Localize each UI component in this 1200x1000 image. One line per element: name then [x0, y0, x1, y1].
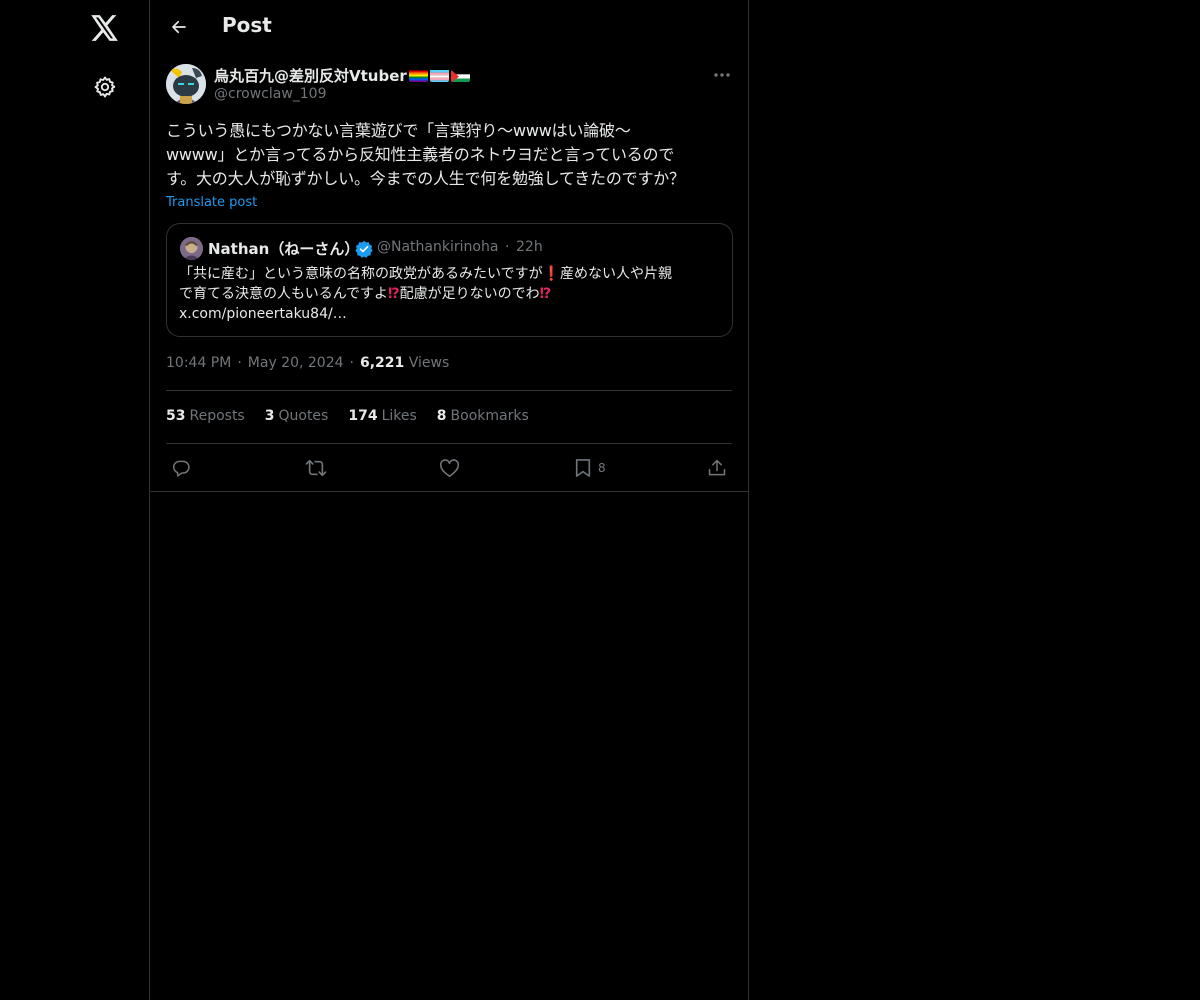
quote-text-segment: 「共に産む」という意味の名称の政党があるみたいですが [179, 266, 543, 282]
quote-text-segment: 配慮が足りないのでわ [399, 286, 540, 302]
reposts-label: Reposts [189, 408, 245, 424]
transgender-flag-icon [429, 69, 449, 82]
quote-avatar [180, 237, 203, 260]
x-logo-icon[interactable] [84, 8, 126, 48]
separator-dot: · [349, 355, 354, 371]
quote-timestamp: 22h [516, 239, 543, 255]
quote-text-segment: 産めない人や片親 [560, 266, 673, 282]
quote-text: 「共に産む」という意味の名称の政党があるみたいですが❗産めない人や片親 で育てる… [179, 264, 724, 324]
quotes-label: Quotes [278, 408, 329, 424]
post-metadata: 10:44 PM · May 20, 2024 · 6,221 Views [166, 355, 449, 371]
likes-stat[interactable]: 174 Likes [348, 408, 416, 424]
bookmarks-stat[interactable]: 8 Bookmarks [437, 408, 529, 424]
bookmark-count: 8 [598, 461, 606, 475]
share-icon [708, 459, 726, 476]
quotes-count: 3 [264, 408, 275, 424]
more-horizontal-icon [714, 73, 730, 77]
quote-link: x.com/pioneertaku84/… [179, 306, 347, 322]
quotes-stat[interactable]: 3 Quotes [265, 408, 329, 424]
like-button[interactable] [439, 454, 460, 482]
post-text-line: す。大の大人が恥ずかしい。今までの人生で何を勉強してきたのですか？ [166, 169, 685, 188]
action-bar: 8 [150, 454, 748, 482]
quote-text-segment: で育てる決意の人もいるんですよ [179, 286, 389, 302]
bookmarks-label: Bookmarks [450, 408, 529, 424]
reposts-stat[interactable]: 53 Reposts [166, 408, 245, 424]
palestine-flag-icon [450, 69, 470, 82]
interrobang-emoji-icon: ⁉ [388, 286, 400, 302]
heart-icon [440, 458, 459, 477]
post-time[interactable]: 10:44 PM [166, 355, 231, 371]
arrow-left-icon [172, 20, 186, 34]
page-title: Post [222, 13, 272, 37]
left-nav [0, 0, 150, 1000]
views-label: Views [408, 355, 450, 371]
quoted-post[interactable]: Nathan（ねーさん） @Nathankirinoha · 22h 「共に産む… [166, 223, 733, 337]
avatar[interactable] [166, 64, 206, 104]
views-count: 6,221 [359, 355, 405, 371]
reply-button[interactable] [171, 454, 191, 482]
main-column: Post 烏丸百九@差別反対Vtuber @crowclaw_109 こういう愚… [149, 0, 749, 1000]
quote-author-handle: @Nathankirinoha [377, 239, 499, 255]
rainbow-flag-icon [408, 69, 428, 82]
author-name[interactable]: 烏丸百九@差別反対Vtuber [214, 65, 470, 86]
bookmarks-count: 8 [436, 408, 447, 424]
likes-label: Likes [381, 408, 417, 424]
bookmark-icon [575, 459, 591, 477]
quote-author-name: Nathan（ねーさん） [208, 240, 360, 258]
translate-post-link[interactable]: Translate post [166, 195, 257, 210]
repost-button[interactable] [305, 454, 327, 482]
header: Post [150, 0, 748, 54]
interrobang-emoji-icon: ⁉ [539, 286, 552, 302]
likes-count: 174 [348, 408, 378, 424]
divider [166, 390, 732, 391]
author-name-text: 烏丸百九@差別反対Vtuber [214, 67, 407, 85]
post-text-line: wwww」とか言ってるから反知性主義者のネトウヨだと言っているので [166, 145, 675, 164]
reply-icon [172, 460, 190, 477]
back-button[interactable] [162, 10, 196, 44]
exclamation-emoji-icon: ❗ [542, 266, 561, 282]
divider [150, 491, 748, 492]
engagement-stats: 53 Reposts 3 Quotes 174 Likes 8 Bookmarks [166, 408, 529, 424]
bookmark-button[interactable]: 8 [574, 454, 606, 482]
post-date[interactable]: May 20, 2024 [248, 355, 344, 371]
divider [166, 443, 732, 444]
repost-icon [305, 459, 327, 477]
author-handle[interactable]: @crowclaw_109 [214, 86, 327, 102]
more-button[interactable] [710, 64, 734, 86]
reposts-count: 53 [166, 408, 186, 424]
gear-icon[interactable] [88, 70, 122, 104]
post-text-line: こういう愚にもつかない言葉遊びで「言葉狩り〜wwwはい論破〜 [166, 121, 631, 140]
post-text: こういう愚にもつかない言葉遊びで「言葉狩り〜wwwはい論破〜 wwww」とか言っ… [166, 119, 736, 191]
separator-dot: · [237, 355, 242, 371]
share-button[interactable] [707, 454, 727, 482]
separator-dot: · [505, 239, 510, 255]
verified-badge-icon [355, 240, 373, 258]
